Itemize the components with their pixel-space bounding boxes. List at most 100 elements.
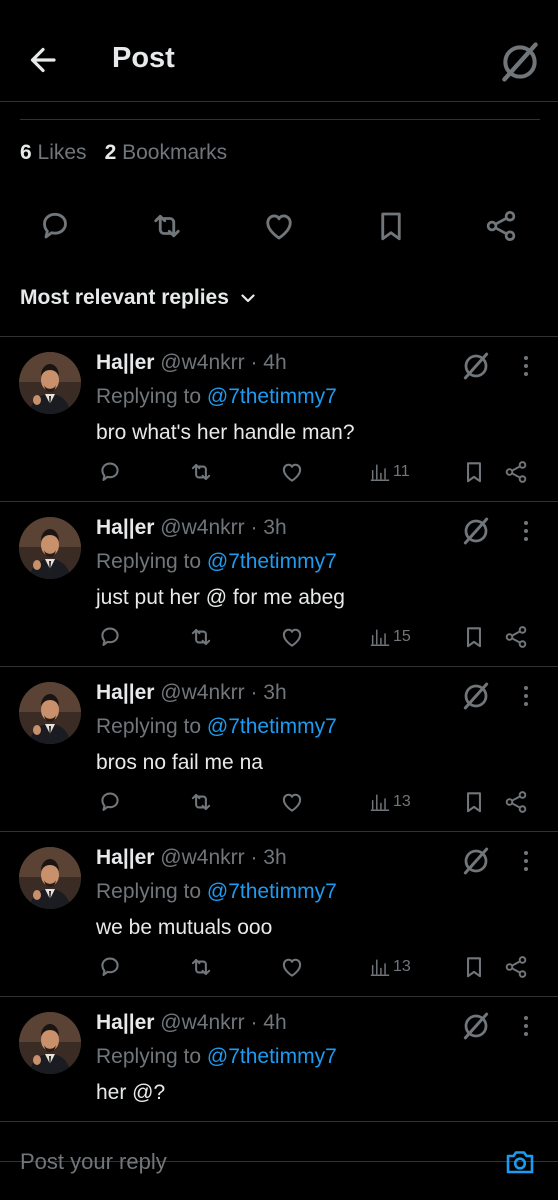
repost-icon: [188, 624, 214, 650]
views-button[interactable]: 15: [369, 624, 411, 650]
replies-sort-dropdown[interactable]: Most relevant replies: [20, 286, 257, 310]
grok-icon: [461, 516, 491, 546]
reply-button[interactable]: [97, 459, 123, 485]
reply-input[interactable]: Post your reply: [20, 1149, 167, 1175]
share-icon: [503, 954, 529, 980]
reply-item[interactable]: Ha||er @w4nkrr · 4h Replying to @7thetim…: [0, 997, 558, 1162]
page-title: Post: [112, 42, 175, 74]
more-vertical-icon: [524, 1016, 528, 1036]
avatar-image: [19, 1012, 81, 1074]
repost-button[interactable]: [188, 459, 214, 485]
like-icon: [261, 208, 297, 244]
likes-stat[interactable]: 6 Likes: [20, 141, 87, 164]
more-options-button[interactable]: [516, 848, 536, 874]
sort-label: Most relevant replies: [20, 286, 229, 309]
views-button[interactable]: 13: [369, 954, 411, 980]
author-name[interactable]: Ha||er: [96, 846, 154, 869]
reply-button[interactable]: [37, 208, 73, 244]
grok-button[interactable]: [461, 1011, 491, 1041]
author-name[interactable]: Ha||er: [96, 351, 154, 374]
share-icon: [503, 789, 529, 815]
grok-button[interactable]: [498, 40, 542, 84]
author-handle[interactable]: @w4nkrr: [160, 846, 244, 869]
reply-button[interactable]: [97, 954, 123, 980]
reply-item[interactable]: Ha||er @w4nkrr · 4h Replying to @7thetim…: [0, 337, 558, 502]
author-handle[interactable]: @w4nkrr: [160, 351, 244, 374]
reply-time: · 4h: [250, 1011, 287, 1034]
avatar-image: [19, 352, 81, 414]
more-options-button[interactable]: [516, 353, 536, 379]
views-count: 13: [393, 958, 411, 975]
views-icon: [369, 791, 391, 813]
replying-to-prefix: Replying to: [96, 880, 202, 903]
repost-button[interactable]: [188, 789, 214, 815]
grok-button[interactable]: [461, 846, 491, 876]
grok-button[interactable]: [461, 681, 491, 711]
bookmark-button[interactable]: [461, 624, 487, 650]
repost-button[interactable]: [188, 624, 214, 650]
like-button[interactable]: [279, 954, 305, 980]
more-options-button[interactable]: [516, 1013, 536, 1039]
avatar[interactable]: [19, 847, 81, 909]
reply-header: Ha||er @w4nkrr · 3h: [96, 516, 287, 540]
bookmark-button[interactable]: [461, 954, 487, 980]
share-button[interactable]: [503, 789, 529, 815]
repost-button[interactable]: [149, 208, 185, 244]
top-app-bar: Post: [0, 0, 558, 102]
reply-button[interactable]: [97, 624, 123, 650]
like-button[interactable]: [279, 624, 305, 650]
avatar[interactable]: [19, 1012, 81, 1074]
bookmark-icon: [461, 624, 487, 650]
grok-button[interactable]: [461, 516, 491, 546]
bookmark-button[interactable]: [461, 789, 487, 815]
avatar-image: [19, 517, 81, 579]
share-button[interactable]: [503, 459, 529, 485]
bookmark-icon: [461, 954, 487, 980]
reply-button[interactable]: [97, 789, 123, 815]
bookmark-button[interactable]: [461, 459, 487, 485]
author-name[interactable]: Ha||er: [96, 516, 154, 539]
bookmarks-stat[interactable]: 2 Bookmarks: [105, 141, 228, 164]
author-handle[interactable]: @w4nkrr: [160, 681, 244, 704]
replying-to: Replying to @7thetimmy7: [96, 715, 337, 739]
grok-button[interactable]: [461, 351, 491, 381]
reply-text: her @?: [96, 1081, 166, 1104]
like-button[interactable]: [261, 208, 297, 244]
author-name[interactable]: Ha||er: [96, 1011, 154, 1034]
mention-link[interactable]: @7thetimmy7: [207, 385, 337, 408]
bookmark-icon: [373, 208, 409, 244]
reply-item[interactable]: Ha||er @w4nkrr · 3h Replying to @7thetim…: [0, 502, 558, 667]
views-button[interactable]: 11: [369, 459, 410, 485]
divider: [0, 1121, 558, 1122]
more-vertical-icon: [524, 521, 528, 541]
camera-button[interactable]: [503, 1145, 537, 1179]
more-options-button[interactable]: [516, 518, 536, 544]
camera-icon: [506, 1151, 534, 1174]
divider: [20, 119, 540, 120]
mention-link[interactable]: @7thetimmy7: [207, 880, 337, 903]
mention-link[interactable]: @7thetimmy7: [207, 715, 337, 738]
like-button[interactable]: [279, 459, 305, 485]
repost-button[interactable]: [188, 954, 214, 980]
reply-text: we be mutuals ooo: [96, 916, 273, 939]
reply-item[interactable]: Ha||er @w4nkrr · 3h Replying to @7thetim…: [0, 667, 558, 832]
views-button[interactable]: 13: [369, 789, 411, 815]
bookmark-button[interactable]: [373, 208, 409, 244]
like-button[interactable]: [279, 789, 305, 815]
avatar[interactable]: [19, 352, 81, 414]
author-name[interactable]: Ha||er: [96, 681, 154, 704]
author-handle[interactable]: @w4nkrr: [160, 1011, 244, 1034]
mention-link[interactable]: @7thetimmy7: [207, 1045, 337, 1068]
reply-item[interactable]: Ha||er @w4nkrr · 3h Replying to @7thetim…: [0, 832, 558, 997]
reply-icon: [37, 208, 73, 244]
back-button[interactable]: [24, 40, 64, 80]
avatar[interactable]: [19, 517, 81, 579]
share-button[interactable]: [483, 208, 519, 244]
share-button[interactable]: [503, 624, 529, 650]
share-button[interactable]: [503, 954, 529, 980]
more-options-button[interactable]: [516, 683, 536, 709]
more-vertical-icon: [524, 356, 528, 376]
mention-link[interactable]: @7thetimmy7: [207, 550, 337, 573]
avatar[interactable]: [19, 682, 81, 744]
author-handle[interactable]: @w4nkrr: [160, 516, 244, 539]
